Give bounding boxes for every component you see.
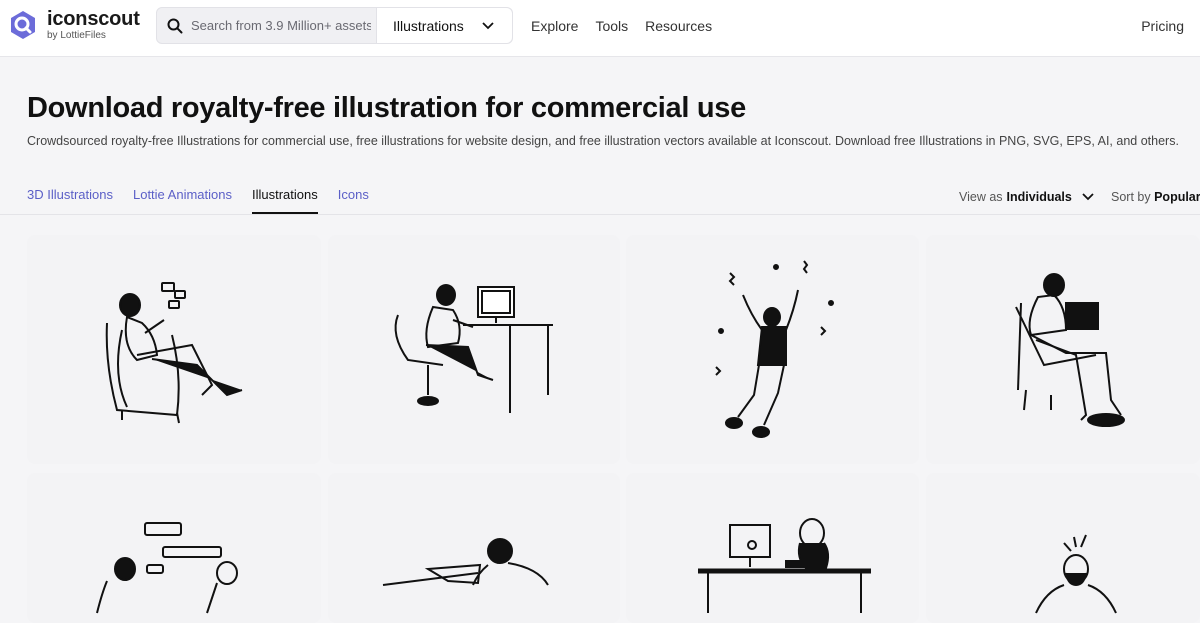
search-input[interactable] <box>191 18 371 33</box>
illustration-card[interactable] <box>328 235 620 464</box>
page-description: Crowdsourced royalty-free Illustrations … <box>27 134 1179 148</box>
search-icon[interactable] <box>167 18 183 34</box>
tabs-divider <box>0 214 1200 215</box>
logo-subtitle: by LottieFiles <box>47 30 106 41</box>
tab-icons[interactable]: Icons <box>338 187 369 214</box>
view-as-label: View as <box>959 190 1003 204</box>
illustration-card[interactable] <box>626 235 919 464</box>
stressed-person-at-desk-illustration <box>698 518 871 613</box>
asset-type-tabs: 3D Illustrations Lottie Animations Illus… <box>27 187 369 214</box>
sort-by-dropdown[interactable]: Sort by Popular <box>1111 190 1200 204</box>
illustration-card[interactable] <box>926 235 1200 464</box>
woman-in-armchair-illustration <box>105 282 243 424</box>
man-with-laptop-illustration <box>1015 273 1125 427</box>
people-chatting-illustration <box>96 522 238 614</box>
search-category-label: Illustrations <box>393 17 464 34</box>
man-jumping-illustration <box>715 260 834 438</box>
view-as-dropdown[interactable]: View as Individuals <box>959 190 1094 204</box>
tab-lottie-animations[interactable]: Lottie Animations <box>133 187 232 214</box>
view-as-value: Individuals <box>1006 190 1072 204</box>
sort-by-label: Sort by <box>1111 190 1151 204</box>
page-title: Download royalty-free illustration for c… <box>27 92 746 124</box>
nav-explore[interactable]: Explore <box>531 18 578 34</box>
illustration-card[interactable] <box>328 473 620 623</box>
tab-illustrations[interactable]: Illustrations <box>252 187 318 214</box>
woman-with-paper-illustration <box>382 538 549 586</box>
woman-at-computer-illustration <box>394 284 553 413</box>
illustration-card[interactable] <box>626 473 919 623</box>
search-bar: Illustrations <box>156 7 513 44</box>
nav-resources[interactable]: Resources <box>645 18 712 34</box>
man-with-idea-illustration <box>1035 534 1117 614</box>
chevron-down-icon <box>1082 193 1094 201</box>
illustration-card[interactable] <box>926 473 1200 623</box>
illustration-card[interactable] <box>27 235 321 464</box>
sort-by-value: Popular <box>1154 190 1200 204</box>
search-category-select[interactable]: Illustrations <box>376 8 512 43</box>
illustration-card[interactable] <box>27 473 321 623</box>
chevron-down-icon <box>482 21 494 29</box>
nav-tools[interactable]: Tools <box>595 18 628 34</box>
tab-3d-illustrations[interactable]: 3D Illustrations <box>27 187 113 214</box>
main-nav: Explore Tools Resources <box>531 18 712 34</box>
logo[interactable]: iconscout by LottieFiles <box>7 9 140 41</box>
nav-pricing[interactable]: Pricing <box>1141 18 1184 34</box>
top-navbar: iconscout by LottieFiles Illustrations E… <box>0 0 1200 57</box>
logo-name: iconscout <box>47 8 140 30</box>
iconscout-logo-icon <box>11 11 35 39</box>
